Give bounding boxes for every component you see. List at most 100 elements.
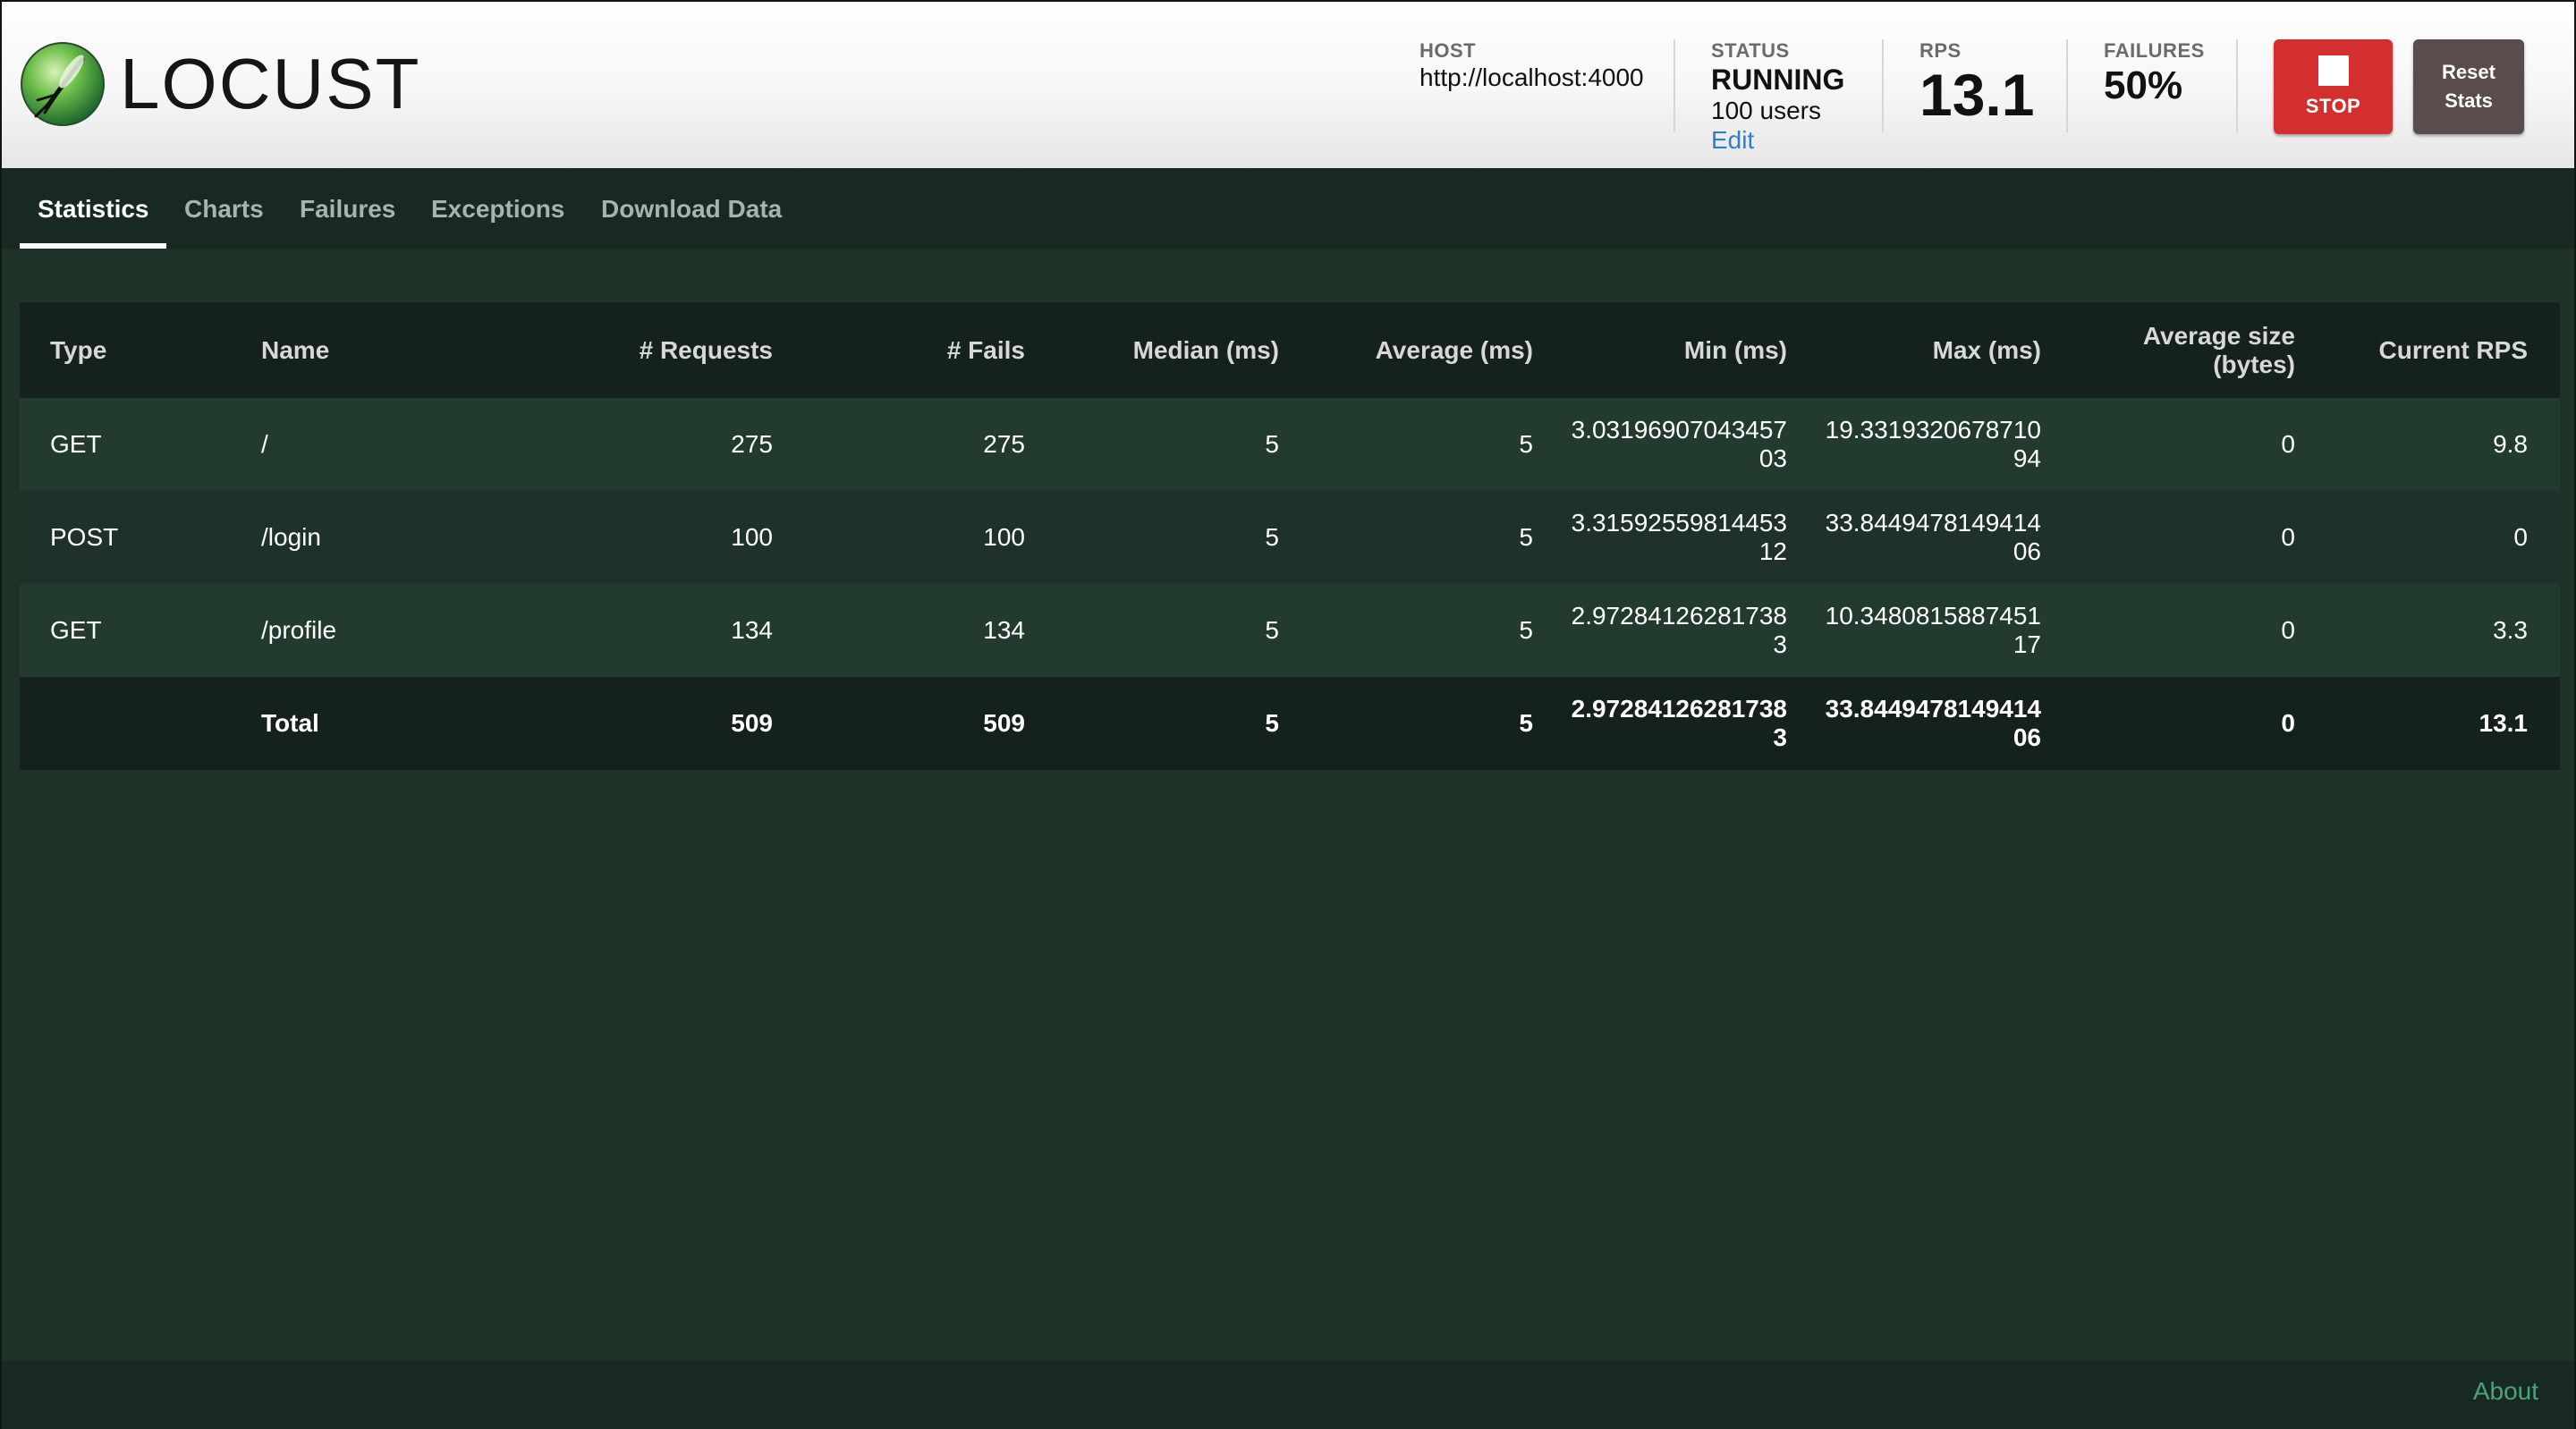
- col-header-requests[interactable]: # Requests: [512, 302, 780, 398]
- tab-failures[interactable]: Failures: [300, 168, 395, 249]
- stop-label: STOP: [2305, 95, 2361, 117]
- col-header-average[interactable]: Average (ms): [1286, 302, 1540, 398]
- cell-requests: 100: [731, 523, 773, 551]
- cell-avg-size: 0: [2281, 616, 2295, 644]
- status-value: RUNNING: [1711, 63, 1845, 96]
- col-header-avg-size[interactable]: Average size (bytes): [2048, 302, 2302, 398]
- col-header-avg-size-label: Average size (bytes): [2142, 321, 2295, 378]
- cell-max: 19.331932067871094: [1794, 398, 2048, 491]
- cell-average: 5: [1519, 709, 1533, 737]
- cell-max-value: 33.844947814941406: [1825, 509, 2041, 565]
- logo-text: LOCUST: [120, 44, 421, 123]
- rps-value: 13.1: [1919, 62, 2035, 128]
- host-label: HOST: [1419, 39, 1477, 62]
- col-header-fails[interactable]: # Fails: [780, 302, 1032, 398]
- locust-web-ui: LOCUST HOST http://localhost:4000 STATUS…: [0, 0, 2576, 1429]
- cell-fails: 100: [983, 523, 1025, 551]
- table-row: GET / 275 275 5 5 3.0319690704345703 19.…: [20, 398, 2560, 491]
- col-header-type[interactable]: Type: [20, 302, 261, 398]
- tab-bar: Statistics Charts Failures Exceptions Do…: [2, 168, 2574, 249]
- cell-name: Total: [261, 709, 319, 737]
- cell-max-value: 33.844947814941406: [1825, 695, 2041, 751]
- cell-max-value: 19.331932067871094: [1825, 416, 2041, 472]
- cell-max: 33.844947814941406: [1794, 677, 2048, 770]
- cell-requests: 134: [731, 616, 773, 644]
- cell-avg-size: 0: [2281, 430, 2295, 458]
- cell-current-rps: 9.8: [2493, 430, 2528, 458]
- col-header-name[interactable]: Name: [261, 302, 512, 398]
- about-link[interactable]: About: [2473, 1377, 2538, 1406]
- table-row: GET /profile 134 134 5 5 2.9728412628173…: [20, 584, 2560, 677]
- cell-name: /: [261, 430, 268, 458]
- cell-current-rps: 13.1: [2479, 709, 2529, 737]
- cell-average: 5: [1519, 523, 1533, 551]
- cell-median: 5: [1265, 616, 1279, 644]
- active-tab-indicator: [20, 243, 166, 249]
- cell-min-value: 2.972841262817383: [1571, 695, 1787, 751]
- col-header-max[interactable]: Max (ms): [1794, 302, 2048, 398]
- cell-min-value: 2.972841262817383: [1571, 602, 1787, 658]
- cell-current-rps: 3.3: [2493, 616, 2528, 644]
- cell-min-value: 3.0319690704345703: [1571, 416, 1787, 472]
- reset-label-line2: Stats: [2445, 89, 2493, 112]
- tab-statistics[interactable]: Statistics: [38, 168, 149, 249]
- cell-min: 2.972841262817383: [1540, 677, 1794, 770]
- cell-fails: 275: [983, 430, 1025, 458]
- host-value: http://localhost:4000: [1419, 63, 1644, 91]
- cell-type: [20, 677, 261, 770]
- statistics-table: Type Name # Requests # Fails Median (ms)…: [20, 302, 2560, 770]
- table-header-row: Type Name # Requests # Fails Median (ms)…: [20, 302, 2560, 398]
- cell-median: 5: [1265, 709, 1279, 737]
- table-total-row: Total 509 509 5 5 2.972841262817383 33.8…: [20, 677, 2560, 770]
- statistics-table-container: Type Name # Requests # Fails Median (ms)…: [20, 302, 2560, 770]
- cell-min: 2.972841262817383: [1540, 584, 1794, 677]
- header-divider: [1882, 39, 1884, 132]
- cell-average: 5: [1519, 616, 1533, 644]
- col-header-median[interactable]: Median (ms): [1032, 302, 1286, 398]
- stop-icon: [2318, 55, 2349, 86]
- header-divider: [2066, 39, 2068, 132]
- cell-max: 10.348081588745117: [1794, 584, 2048, 677]
- edit-link[interactable]: Edit: [1711, 125, 1844, 156]
- user-count: 100 users: [1711, 97, 1821, 124]
- col-header-current-rps[interactable]: Current RPS: [2302, 302, 2560, 398]
- rps-label: RPS: [1919, 39, 1962, 62]
- cell-min-value: 3.3159255981445312: [1571, 509, 1787, 565]
- stop-button[interactable]: STOP: [2274, 39, 2393, 134]
- host-stat: HOST http://localhost:4000: [1419, 39, 1644, 93]
- cell-type: GET: [50, 430, 102, 458]
- cell-requests: 509: [731, 709, 773, 737]
- failures-value: 50%: [2104, 63, 2183, 107]
- cell-fails: 509: [983, 709, 1025, 737]
- cell-name: /login: [261, 523, 321, 551]
- cell-median: 5: [1265, 430, 1279, 458]
- reset-stats-button[interactable]: Reset Stats: [2413, 39, 2524, 134]
- cell-type: GET: [50, 616, 102, 644]
- cell-fails: 134: [983, 616, 1025, 644]
- cell-max-value: 10.348081588745117: [1825, 602, 2041, 658]
- col-header-min[interactable]: Min (ms): [1540, 302, 1794, 398]
- rps-stat: RPS 13.1: [1919, 39, 2034, 127]
- header-bar: LOCUST HOST http://localhost:4000 STATUS…: [2, 2, 2574, 168]
- tab-charts[interactable]: Charts: [184, 168, 264, 249]
- cell-avg-size: 0: [2281, 523, 2295, 551]
- status-label: STATUS: [1711, 39, 1790, 62]
- locust-logo: LOCUST: [20, 41, 421, 127]
- failures-stat: FAILURES 50%: [2104, 39, 2205, 109]
- cell-type: POST: [50, 523, 119, 551]
- footer-bar: About: [2, 1361, 2574, 1429]
- cell-max: 33.844947814941406: [1794, 491, 2048, 584]
- cell-median: 5: [1265, 523, 1279, 551]
- cell-requests: 275: [731, 430, 773, 458]
- table-row: POST /login 100 100 5 5 3.31592559814453…: [20, 491, 2560, 584]
- tab-exceptions[interactable]: Exceptions: [431, 168, 564, 249]
- header-divider: [2236, 39, 2238, 132]
- locust-logo-icon: [21, 42, 105, 126]
- status-stat: STATUS RUNNING 100 users Edit: [1711, 39, 1844, 156]
- cell-avg-size: 0: [2281, 709, 2295, 737]
- cell-current-rps: 0: [2513, 523, 2528, 551]
- reset-label-line1: Reset: [2442, 61, 2496, 83]
- tab-download-data[interactable]: Download Data: [601, 168, 782, 249]
- cell-min: 3.0319690704345703: [1540, 398, 1794, 491]
- cell-name: /profile: [261, 616, 337, 644]
